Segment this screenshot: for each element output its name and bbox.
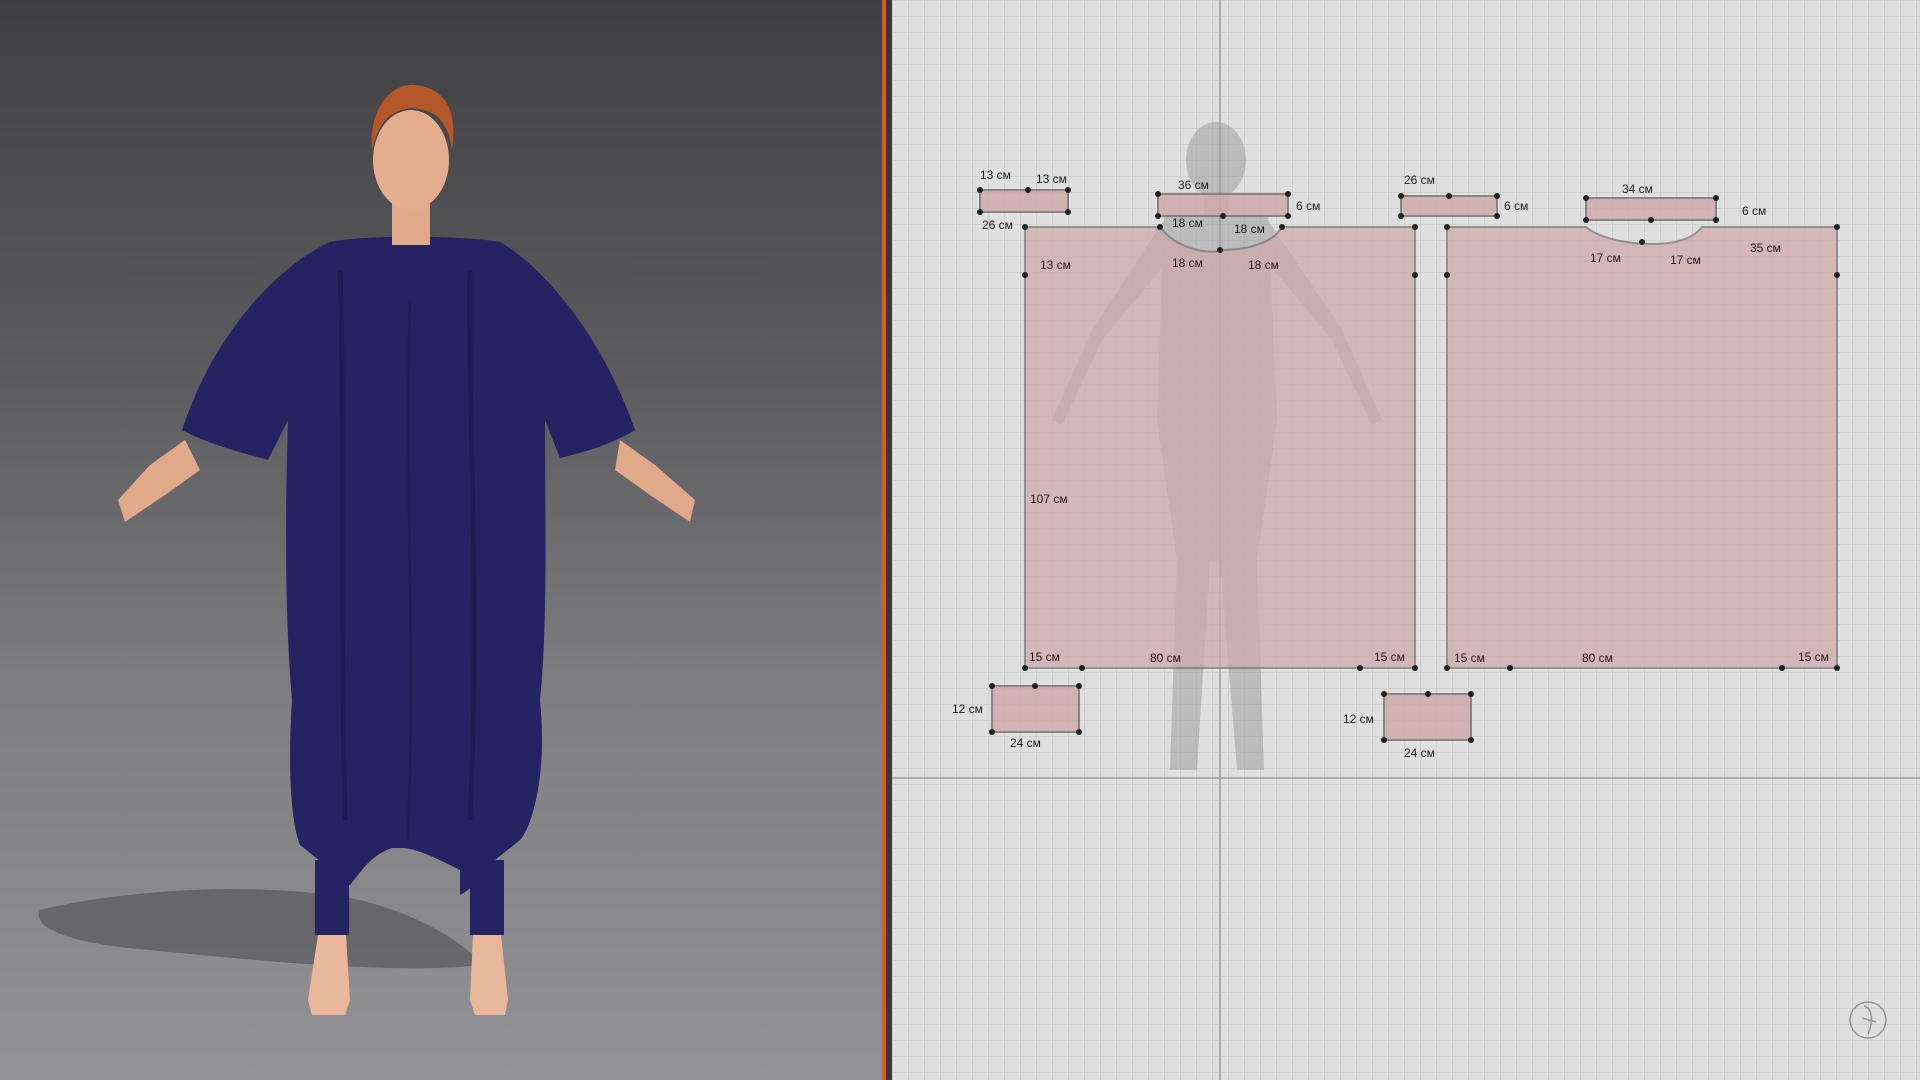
pattern-cuff-right[interactable] [1383,693,1472,741]
label-cuff-right-height: 12 см [1343,712,1374,726]
label-front-neck-band-height: 6 см [1296,199,1321,213]
label-back-hem-left: 15 см [1454,651,1485,665]
label-back-hem-mid: 80 см [1582,651,1613,665]
label-front-neck-left: 18 см [1172,216,1203,230]
left-leg-cuff [315,860,349,935]
pattern-front-neck-band[interactable] [1157,193,1289,217]
label-front-length: 107 см [1030,492,1068,506]
label-front-hem-right: 15 см [1374,650,1405,664]
right-foot [470,935,508,1015]
label-front-neck-curve-left: 18 см [1172,256,1203,270]
label-back-neck-band: 34 см [1622,182,1653,196]
pattern-cuff-left[interactable] [991,685,1080,733]
pattern-canvas [892,0,1920,1080]
viewport-divider[interactable] [882,0,892,1080]
pattern-back-piece[interactable] [1446,226,1838,669]
label-cuff-left-height: 12 см [952,702,983,716]
floor-shadow [38,889,480,969]
avatar-scene [38,84,695,1015]
label-front-neck-curve-right: 18 см [1248,258,1279,272]
label-back-neck-band-height: 6 см [1742,204,1767,218]
head [373,110,449,210]
label-collar-left-top: 13 см [1036,172,1067,186]
label-back-shoulder: 35 см [1750,241,1781,255]
label-front-shoulder: 13 см [1040,258,1071,272]
label-back-neck-right: 17 см [1670,253,1701,267]
right-arm [615,440,695,522]
label-back-neck-left: 17 см [1590,251,1621,265]
avatar-3d-viewport[interactable] [0,0,882,1080]
pattern-collar-left[interactable] [979,189,1069,213]
label-front-neck-right: 18 см [1234,222,1265,236]
label-back-hem-right: 15 см [1798,650,1829,664]
right-leg-cuff [470,860,504,935]
left-arm [118,440,200,522]
pattern-front-piece[interactable] [1024,226,1416,669]
label-cuff-right-width: 24 см [1404,746,1435,760]
label-cuff-left-width: 24 см [1010,736,1041,750]
pattern-2d-viewport[interactable]: 13 см 13 см 26 см 36 см 6 см 18 см 18 см… [892,0,1920,1080]
pattern-back-neck-band[interactable] [1585,197,1717,221]
label-collar-left-bottom: 26 см [982,218,1013,232]
label-front-hem-left: 15 см [1029,650,1060,664]
label-front-hem-mid: 80 см [1150,651,1181,665]
label-back-collar-height: 6 см [1504,199,1529,213]
watermark-logo-icon [1849,1001,1887,1039]
label-front-neck-band: 36 см [1178,178,1209,192]
label-back-collar-top: 26 см [1404,173,1435,187]
label-collar-left-side: 13 см [980,168,1011,182]
